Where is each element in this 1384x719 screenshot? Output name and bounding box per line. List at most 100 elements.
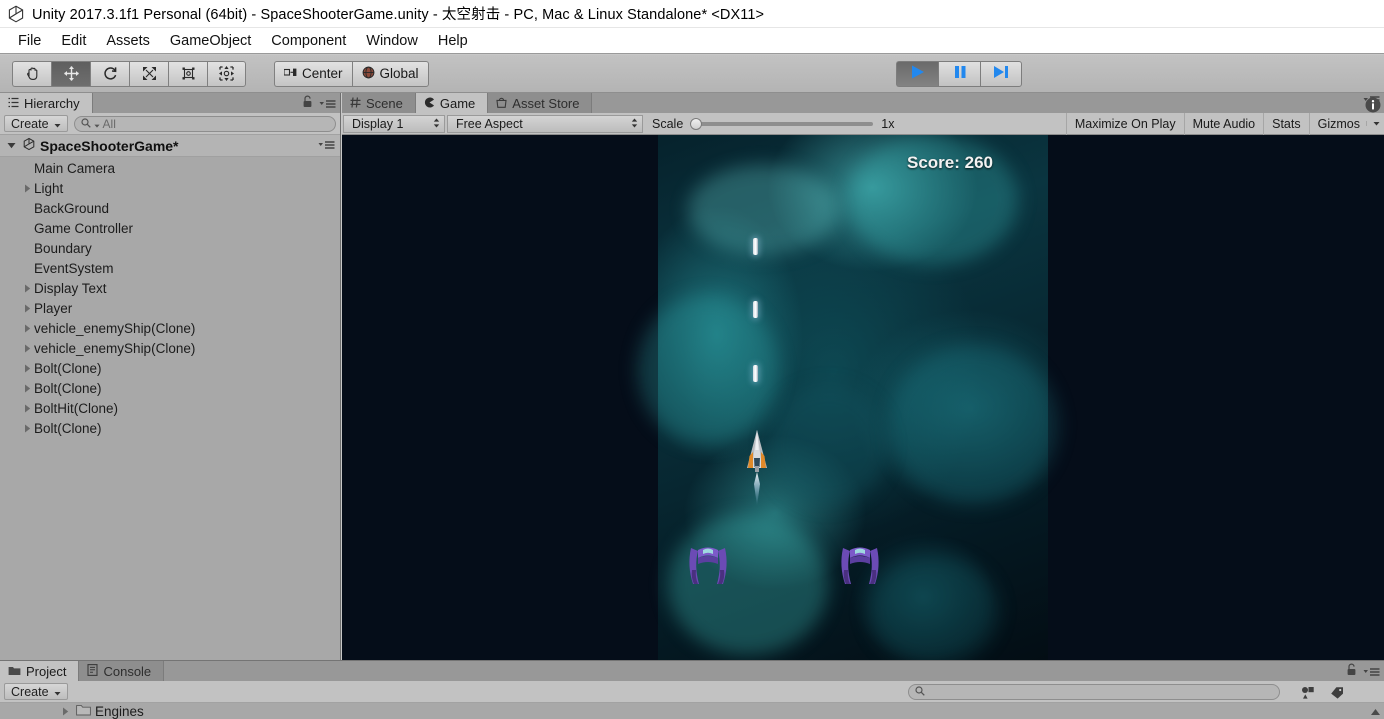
chevron-right-icon[interactable] [20, 284, 34, 293]
scale-tool-button[interactable] [129, 60, 168, 87]
chevron-right-icon[interactable] [58, 707, 72, 716]
hierarchy-item-display-text[interactable]: Display Text [0, 278, 340, 298]
tab-hierarchy[interactable]: Hierarchy [0, 93, 93, 113]
display-dropdown-label: Display 1 [352, 116, 404, 131]
menu-help[interactable]: Help [428, 31, 478, 51]
menu-file[interactable]: File [8, 31, 51, 51]
hierarchy-item-label: Game Controller [34, 220, 134, 236]
menu-assets[interactable]: Assets [96, 31, 160, 51]
chevron-down-icon [54, 685, 61, 699]
chevron-right-icon[interactable] [20, 184, 34, 193]
updown-arrows-icon [433, 117, 440, 131]
hierarchy-item-label: Bolt(Clone) [34, 380, 102, 396]
play-button[interactable] [896, 61, 938, 87]
step-button[interactable] [980, 61, 1022, 87]
hierarchy-item-label: Player [34, 300, 73, 316]
lock-icon[interactable] [1346, 663, 1357, 681]
scene-menu-icon[interactable] [318, 140, 335, 151]
tab-asset-store[interactable]: Asset Store [488, 93, 593, 113]
hierarchy-item-bolt-2[interactable]: Bolt(Clone) [0, 378, 340, 398]
hand-tool-button[interactable] [12, 60, 51, 87]
scroll-up-arrow-icon[interactable] [1369, 705, 1382, 718]
hierarchy-item-light[interactable]: Light [0, 178, 340, 198]
display-dropdown[interactable]: Display 1 [343, 114, 445, 133]
hierarchy-item-boundary[interactable]: Boundary [0, 238, 340, 258]
aspect-dropdown[interactable]: Free Aspect [447, 114, 643, 133]
console-icon [87, 663, 99, 679]
hierarchy-item-enemy-ship-1[interactable]: vehicle_enemyShip(Clone) [0, 318, 340, 338]
hierarchy-item-label: Main Camera [34, 160, 116, 176]
hierarchy-item-label: Bolt(Clone) [34, 420, 102, 436]
hierarchy-item-bolt-1[interactable]: Bolt(Clone) [0, 358, 340, 378]
chevron-down-icon[interactable] [1366, 121, 1380, 126]
chevron-right-icon[interactable] [20, 344, 34, 353]
info-icon[interactable] [1364, 96, 1382, 114]
project-create-button[interactable]: Create [4, 683, 68, 700]
hierarchy-item-main-camera[interactable]: Main Camera [0, 158, 340, 178]
hierarchy-item-game-controller[interactable]: Game Controller [0, 218, 340, 238]
lock-icon[interactable] [302, 95, 313, 113]
hierarchy-item-bolthit[interactable]: BoltHit(Clone) [0, 398, 340, 418]
menu-gameobject[interactable]: GameObject [160, 31, 261, 51]
transform-tool-group [12, 60, 246, 87]
hierarchy-item-label: Display Text [34, 280, 107, 296]
hierarchy-scene-root[interactable]: SpaceShooterGame* [0, 135, 340, 157]
game-render-canvas[interactable]: Score: 260 [342, 135, 1384, 660]
menu-window[interactable]: Window [356, 31, 428, 51]
hierarchy-item-player[interactable]: Player [0, 298, 340, 318]
tab-console[interactable]: Console [79, 661, 165, 681]
player-ship [740, 428, 774, 506]
space-mode-button[interactable]: Global [351, 60, 429, 87]
tab-scene[interactable]: Scene [342, 93, 416, 113]
chevron-right-icon[interactable] [20, 384, 34, 393]
maximize-on-play-button[interactable]: Maximize On Play [1065, 112, 1184, 135]
move-tool-button[interactable] [51, 60, 90, 87]
project-item-engines[interactable]: Engines [0, 703, 144, 719]
mute-audio-button[interactable]: Mute Audio [1183, 112, 1264, 135]
pause-button[interactable] [938, 61, 980, 87]
hierarchy-search-input[interactable]: All [73, 115, 336, 132]
scale-slider[interactable] [690, 117, 874, 130]
panel-menu-icon[interactable] [1363, 667, 1380, 678]
project-lock-icon[interactable] [1352, 683, 1374, 701]
hierarchy-icon [8, 96, 19, 111]
gizmos-button[interactable]: Gizmos [1308, 112, 1384, 135]
chevron-right-icon[interactable] [20, 304, 34, 313]
scale-control[interactable]: Scale 1x [652, 117, 894, 131]
project-tree[interactable]: Engines [0, 703, 1384, 719]
stats-button[interactable]: Stats [1263, 112, 1309, 135]
hierarchy-item-bolt-3[interactable]: Bolt(Clone) [0, 418, 340, 438]
panel-menu-icon[interactable] [319, 99, 336, 110]
tab-game[interactable]: Game [415, 93, 489, 113]
scale-slider-knob[interactable] [690, 117, 703, 130]
rotate-icon [102, 65, 119, 82]
chevron-right-icon[interactable] [20, 324, 34, 333]
globe-icon [362, 66, 375, 82]
filter-by-type-icon[interactable] [1296, 683, 1318, 701]
hierarchy-create-button[interactable]: Create [4, 115, 68, 132]
play-controls [896, 61, 1022, 87]
rect-tool-button[interactable] [168, 60, 207, 87]
hierarchy-tree[interactable]: Main Camera Light BackGround Game Contro… [0, 157, 340, 660]
tab-game-label: Game [439, 95, 476, 111]
filter-by-label-icon[interactable] [1326, 683, 1348, 701]
transform-tool-button[interactable] [207, 60, 246, 87]
hierarchy-item-eventsystem[interactable]: EventSystem [0, 258, 340, 278]
chevron-right-icon[interactable] [20, 404, 34, 413]
menu-component[interactable]: Component [261, 31, 356, 51]
pivot-mode-label: Center [302, 66, 343, 81]
project-toolbar: Create [0, 681, 1384, 703]
hierarchy-item-enemy-ship-2[interactable]: vehicle_enemyShip(Clone) [0, 338, 340, 358]
project-search-input[interactable] [908, 684, 1280, 700]
enemy-ship [837, 544, 883, 588]
menu-edit[interactable]: Edit [51, 31, 96, 51]
folder-icon [8, 664, 21, 679]
scale-value: 1x [881, 116, 895, 131]
hierarchy-item-background[interactable]: BackGround [0, 198, 340, 218]
pivot-mode-button[interactable]: Center [274, 60, 352, 87]
tab-project[interactable]: Project [0, 661, 80, 681]
chevron-down-icon[interactable] [4, 142, 18, 149]
chevron-right-icon[interactable] [20, 424, 34, 433]
rotate-tool-button[interactable] [90, 60, 129, 87]
chevron-right-icon[interactable] [20, 364, 34, 373]
